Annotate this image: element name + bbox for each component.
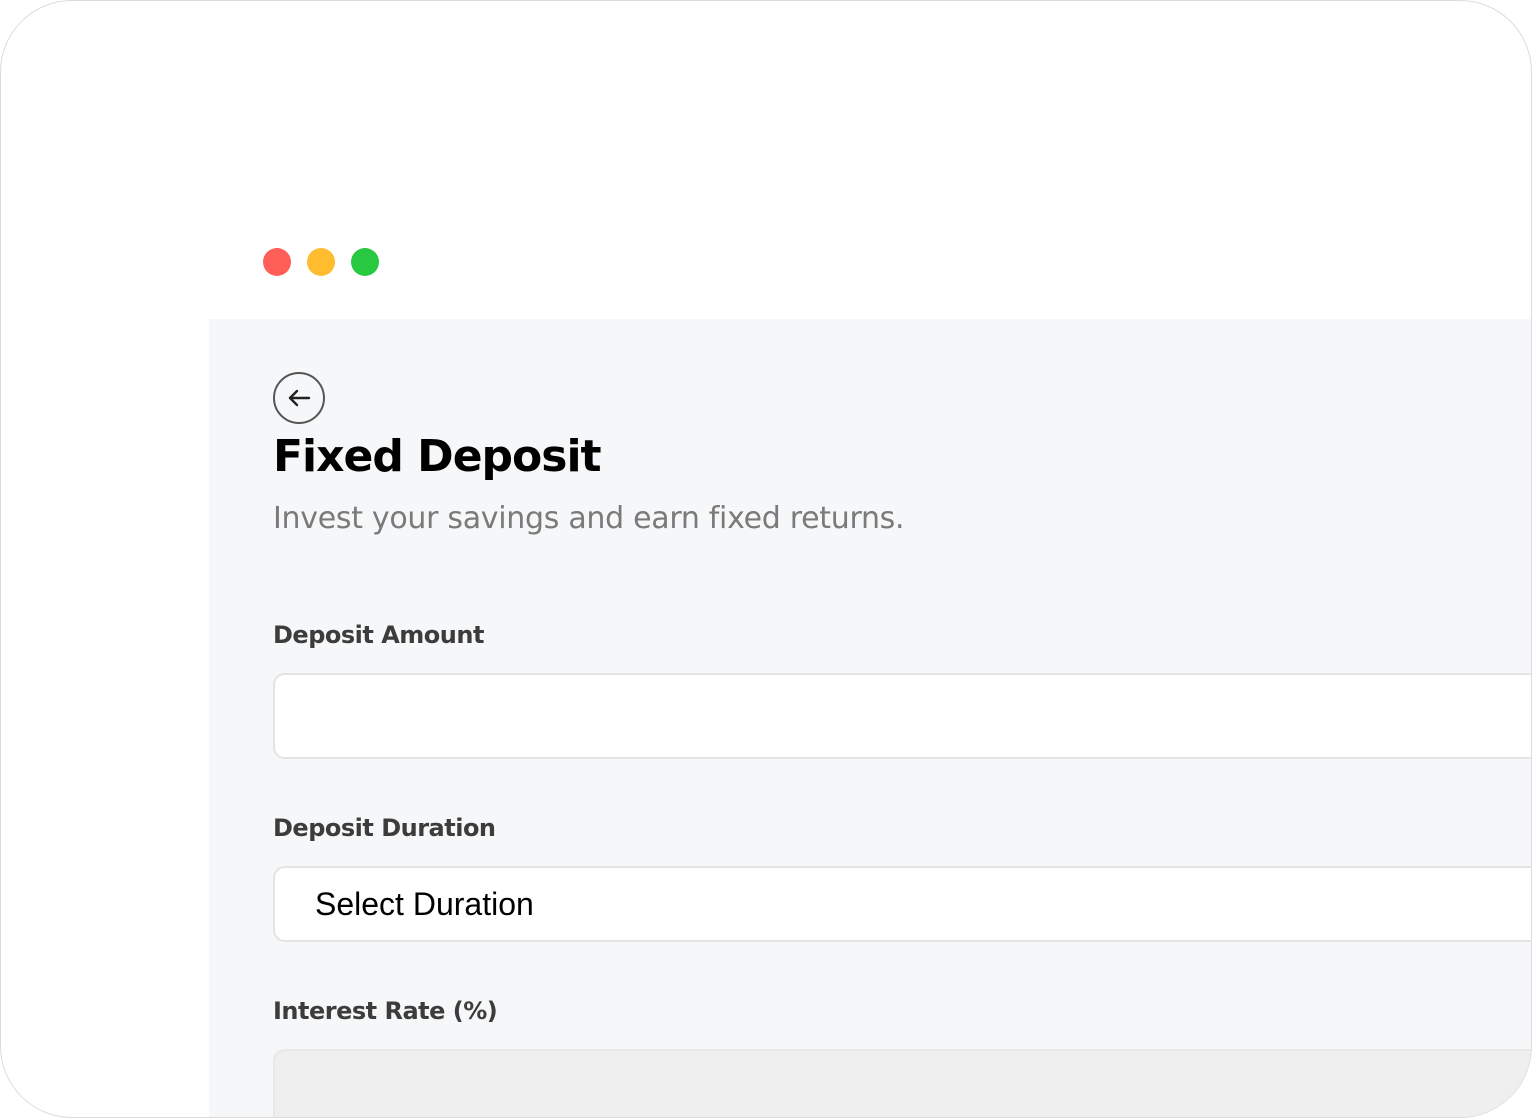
- deposit-duration-label: Deposit Duration: [273, 814, 496, 842]
- interest-rate-label: Interest Rate (%): [273, 997, 498, 1025]
- page-title: Fixed Deposit: [273, 431, 602, 482]
- deposit-duration-selected: Select Duration: [315, 885, 534, 922]
- device-frame: Fixed Deposit Invest your savings and ea…: [0, 0, 1532, 1118]
- minimize-window-button[interactable]: [307, 248, 335, 276]
- close-window-button[interactable]: [263, 248, 291, 276]
- window-controls: [263, 248, 379, 276]
- deposit-amount-field[interactable]: [273, 673, 1531, 759]
- deposit-amount-input[interactable]: [275, 675, 1531, 757]
- deposit-amount-label: Deposit Amount: [273, 621, 484, 649]
- deposit-duration-select[interactable]: Select Duration: [273, 866, 1531, 942]
- maximize-window-button[interactable]: [351, 248, 379, 276]
- back-button[interactable]: [273, 372, 325, 424]
- page-subtitle: Invest your savings and earn fixed retur…: [273, 501, 905, 536]
- fixed-deposit-panel: Fixed Deposit Invest your savings and ea…: [209, 319, 1531, 1117]
- interest-rate-field: [273, 1049, 1531, 1117]
- arrow-left-icon: [288, 389, 311, 407]
